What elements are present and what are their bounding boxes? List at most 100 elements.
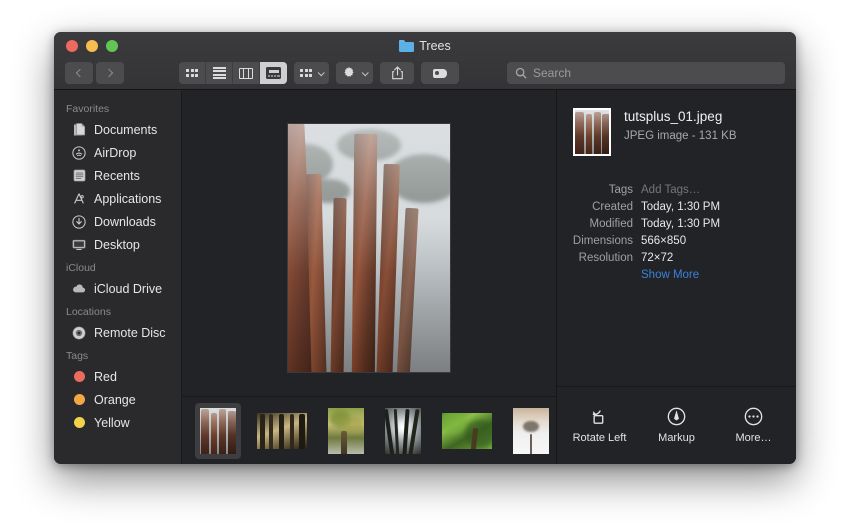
sidebar-item-label: Red (94, 369, 117, 384)
metadata-value: Today, 1:30 PM (641, 218, 721, 230)
window-body: Favorites Documents AirDrop Recents Appl… (54, 90, 796, 464)
main-preview-image[interactable] (288, 124, 450, 372)
sidebar-item-label: AirDrop (94, 145, 137, 160)
metadata-rows: Tags Add Tags… Created Today, 1:30 PM Mo… (557, 182, 796, 284)
sidebar-item-icloud-drive[interactable]: iCloud Drive (54, 277, 181, 300)
search-placeholder: Search (533, 66, 572, 80)
documents-icon (72, 122, 86, 137)
sidebar-item-label: Downloads (94, 214, 156, 229)
sidebar-header-icloud: iCloud (66, 262, 96, 274)
metadata-row-created: Created Today, 1:30 PM (557, 199, 780, 215)
sidebar-item-documents[interactable]: Documents (54, 118, 181, 141)
add-tags-button[interactable] (421, 62, 459, 84)
sidebar-item-recents[interactable]: Recents (54, 164, 181, 187)
gallery-icon (266, 67, 281, 79)
preview-column (182, 90, 556, 464)
action-label: Rotate Left (572, 432, 627, 444)
thumb-lone-tree-snow[interactable] (508, 403, 554, 459)
metadata-row-modified: Modified Today, 1:30 PM (557, 216, 780, 232)
sidebar-item-label: Applications (94, 191, 162, 206)
rotate-left-icon (590, 407, 610, 425)
action-label: Markup (658, 432, 695, 444)
back-button[interactable] (65, 62, 93, 84)
tag-dot-icon (72, 393, 86, 407)
list-icon (212, 66, 226, 80)
desktop-icon (72, 238, 86, 252)
sidebar-item-tag-yellow[interactable]: Yellow (54, 411, 181, 434)
sidebar-item-label: Recents (94, 168, 140, 183)
screenshot-canvas: Trees Search Favorites Documents AirDrop… (0, 0, 850, 528)
sidebar[interactable]: Favorites Documents AirDrop Recents Appl… (54, 90, 182, 464)
chevron-down-icon (317, 68, 325, 76)
sidebar-item-label: iCloud Drive (94, 281, 163, 296)
file-kind-size: JPEG image - 131 KB (624, 130, 737, 143)
content-area: tutsplus_01.jpeg JPEG image - 131 KB Tag… (182, 90, 796, 464)
gallery-view-button[interactable] (260, 62, 287, 84)
add-tags-field[interactable]: Add Tags… (641, 182, 700, 198)
group-items-icon (300, 69, 312, 77)
view-mode-switcher (179, 62, 287, 84)
more-ellipsis-icon (744, 407, 763, 425)
finder-window: Trees Search Favorites Documents AirDrop… (54, 32, 796, 464)
more-button[interactable]: More… (719, 407, 789, 444)
thumb-sunburst-trees[interactable] (380, 403, 426, 459)
title-bar: Trees Search (54, 32, 796, 90)
chevron-left-icon (75, 68, 85, 78)
action-label: More… (735, 432, 772, 444)
thumb-autumn-canopy[interactable] (323, 403, 369, 459)
sidebar-item-desktop[interactable]: Desktop (54, 233, 181, 256)
preview-stage (182, 90, 556, 396)
quick-actions: Rotate Left Markup More… (557, 386, 796, 464)
metadata-row-resolution: Resolution 72×72 (557, 250, 780, 266)
thumb-forest-path[interactable] (252, 408, 312, 454)
thumb-redwoods-fog[interactable] (195, 402, 241, 459)
file-title-block: tutsplus_01.jpeg JPEG image - 131 KB (624, 108, 737, 142)
info-panel: tutsplus_01.jpeg JPEG image - 131 KB Tag… (556, 90, 796, 464)
sidebar-item-remote-disc[interactable]: Remote Disc (54, 321, 181, 344)
sidebar-item-airdrop[interactable]: AirDrop (54, 141, 181, 164)
thumb-green-leaves[interactable] (437, 408, 497, 454)
column-view-button[interactable] (233, 62, 260, 84)
applications-icon (72, 192, 86, 206)
window-title-text: Trees (419, 39, 451, 53)
sidebar-item-label: Yellow (94, 415, 130, 430)
tag-icon (433, 68, 447, 78)
sidebar-item-tag-orange[interactable]: Orange (54, 388, 181, 411)
sidebar-item-tag-red[interactable]: Red (54, 365, 181, 388)
tag-dot-icon (72, 370, 86, 384)
metadata-key: Created (592, 201, 633, 213)
sidebar-item-applications[interactable]: Applications (54, 187, 181, 210)
metadata-key: Tags (608, 184, 633, 196)
forward-button[interactable] (96, 62, 124, 84)
search-field[interactable]: Search (507, 62, 785, 84)
icon-view-button[interactable] (179, 62, 206, 84)
downloads-icon (72, 214, 86, 229)
recents-icon (72, 169, 86, 183)
sidebar-header-tags: Tags (66, 350, 89, 362)
chevron-down-icon (361, 68, 369, 76)
group-by-button[interactable] (294, 62, 329, 84)
file-name: tutsplus_01.jpeg (624, 109, 723, 124)
share-button[interactable] (380, 62, 414, 84)
file-header: tutsplus_01.jpeg JPEG image - 131 KB (557, 108, 796, 156)
thumbnail-strip[interactable] (182, 396, 556, 464)
action-menu-button[interactable] (336, 62, 373, 84)
rotate-left-button[interactable]: Rotate Left (565, 407, 635, 444)
list-view-button[interactable] (206, 62, 233, 84)
markup-button[interactable]: Markup (642, 407, 712, 444)
sidebar-header-locations: Locations (66, 306, 111, 318)
icloud-drive-icon (72, 282, 86, 296)
metadata-row-dimensions: Dimensions 566×850 (557, 233, 780, 249)
markup-icon (667, 407, 686, 425)
grid-icon (186, 69, 198, 77)
sidebar-item-label: Remote Disc (94, 325, 166, 340)
metadata-key: Resolution (578, 252, 633, 264)
sidebar-item-downloads[interactable]: Downloads (54, 210, 181, 233)
sidebar-item-label: Documents (94, 122, 158, 137)
show-more-link[interactable]: Show More (641, 267, 699, 283)
sidebar-item-label: Orange (94, 392, 136, 407)
sidebar-item-label: Desktop (94, 237, 140, 252)
metadata-key: Dimensions (572, 235, 633, 247)
chevron-right-icon (104, 68, 114, 78)
tag-dot-icon (72, 416, 86, 430)
